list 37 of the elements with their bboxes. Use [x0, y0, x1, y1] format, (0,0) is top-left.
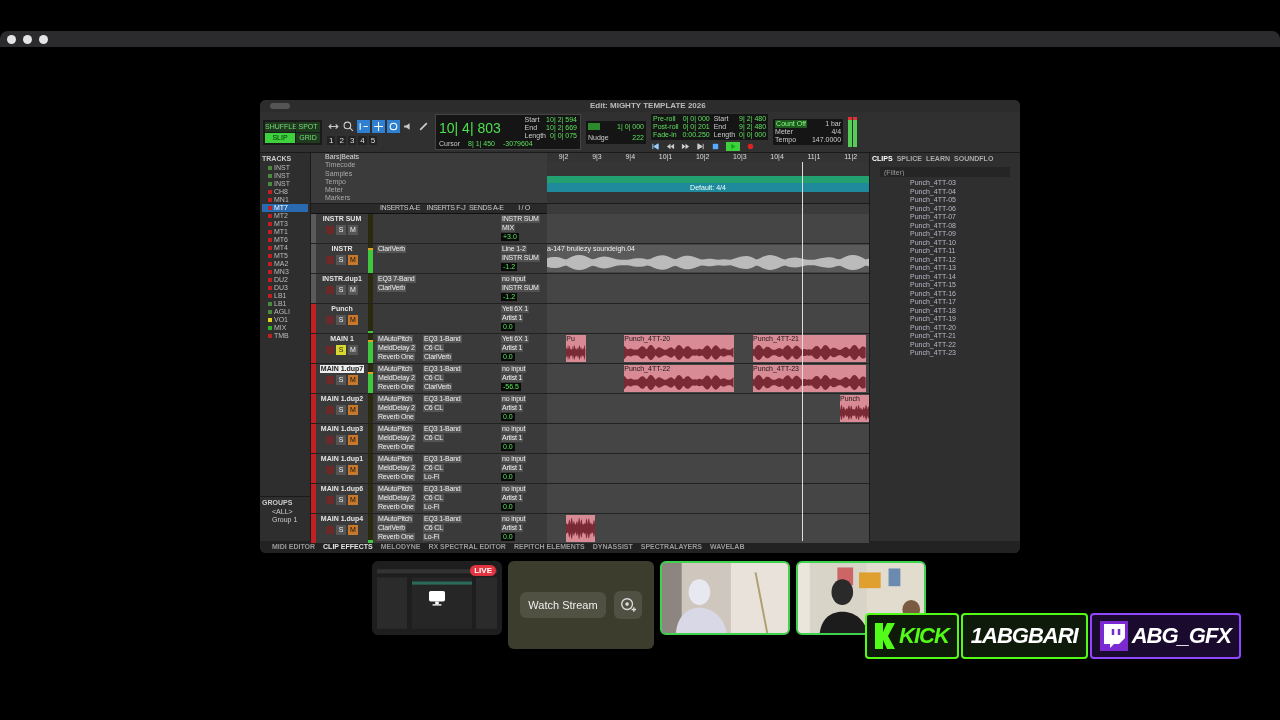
monitor-icon	[428, 590, 446, 606]
window-title: Edit: MIGHTY TEMPLATE 2026	[590, 102, 706, 110]
selector-tool-icon[interactable]	[357, 119, 370, 133]
return-icon[interactable]	[651, 141, 660, 151]
add-watch-icon[interactable]	[613, 591, 642, 619]
play-icon[interactable]	[726, 141, 740, 151]
zoom-preset-button[interactable]: 4	[358, 135, 367, 145]
kick-label: KICK	[899, 623, 949, 649]
rewind-icon[interactable]	[666, 141, 675, 151]
smart-tool-icon[interactable]	[387, 119, 400, 133]
watch-stream-button[interactable]: Watch Stream	[520, 592, 606, 618]
waveform-drawing	[566, 342, 586, 362]
stream-tile[interactable]: Watch Stream	[508, 561, 654, 649]
record-icon[interactable]	[746, 141, 755, 151]
twitch-name: ABG_GFX	[1131, 623, 1232, 649]
master-meter-icon	[848, 117, 858, 147]
end-icon[interactable]	[696, 141, 705, 151]
window-dot-icon[interactable]	[23, 34, 32, 44]
window-dot-icon[interactable]	[7, 34, 16, 44]
window-dot-icon[interactable]	[39, 34, 48, 44]
main-counter: 10| 4| 803	[439, 120, 501, 136]
grid-icon[interactable]	[588, 122, 600, 130]
zoom-icon[interactable]	[342, 119, 355, 133]
kick-logo-icon	[875, 623, 895, 649]
audio-clip[interactable]	[566, 514, 596, 542]
stream-tile[interactable]: LIVE	[372, 561, 502, 635]
fast-forward-icon[interactable]	[681, 141, 690, 151]
chat-bubble-icon	[1099, 621, 1128, 651]
zoom-preset-button[interactable]: 2	[337, 135, 346, 145]
stop-icon[interactable]	[711, 141, 720, 151]
grabber-tool-icon[interactable]	[372, 119, 385, 133]
zoom-preset-button[interactable]: 3	[347, 135, 357, 145]
channel-name: 1ABGBARI	[970, 623, 1078, 649]
zoom-preset-button[interactable]: 1	[327, 135, 336, 145]
zoom-preset-button[interactable]: 5	[368, 135, 378, 145]
waveform-drawing	[840, 402, 869, 422]
live-badge: LIVE	[470, 565, 496, 576]
